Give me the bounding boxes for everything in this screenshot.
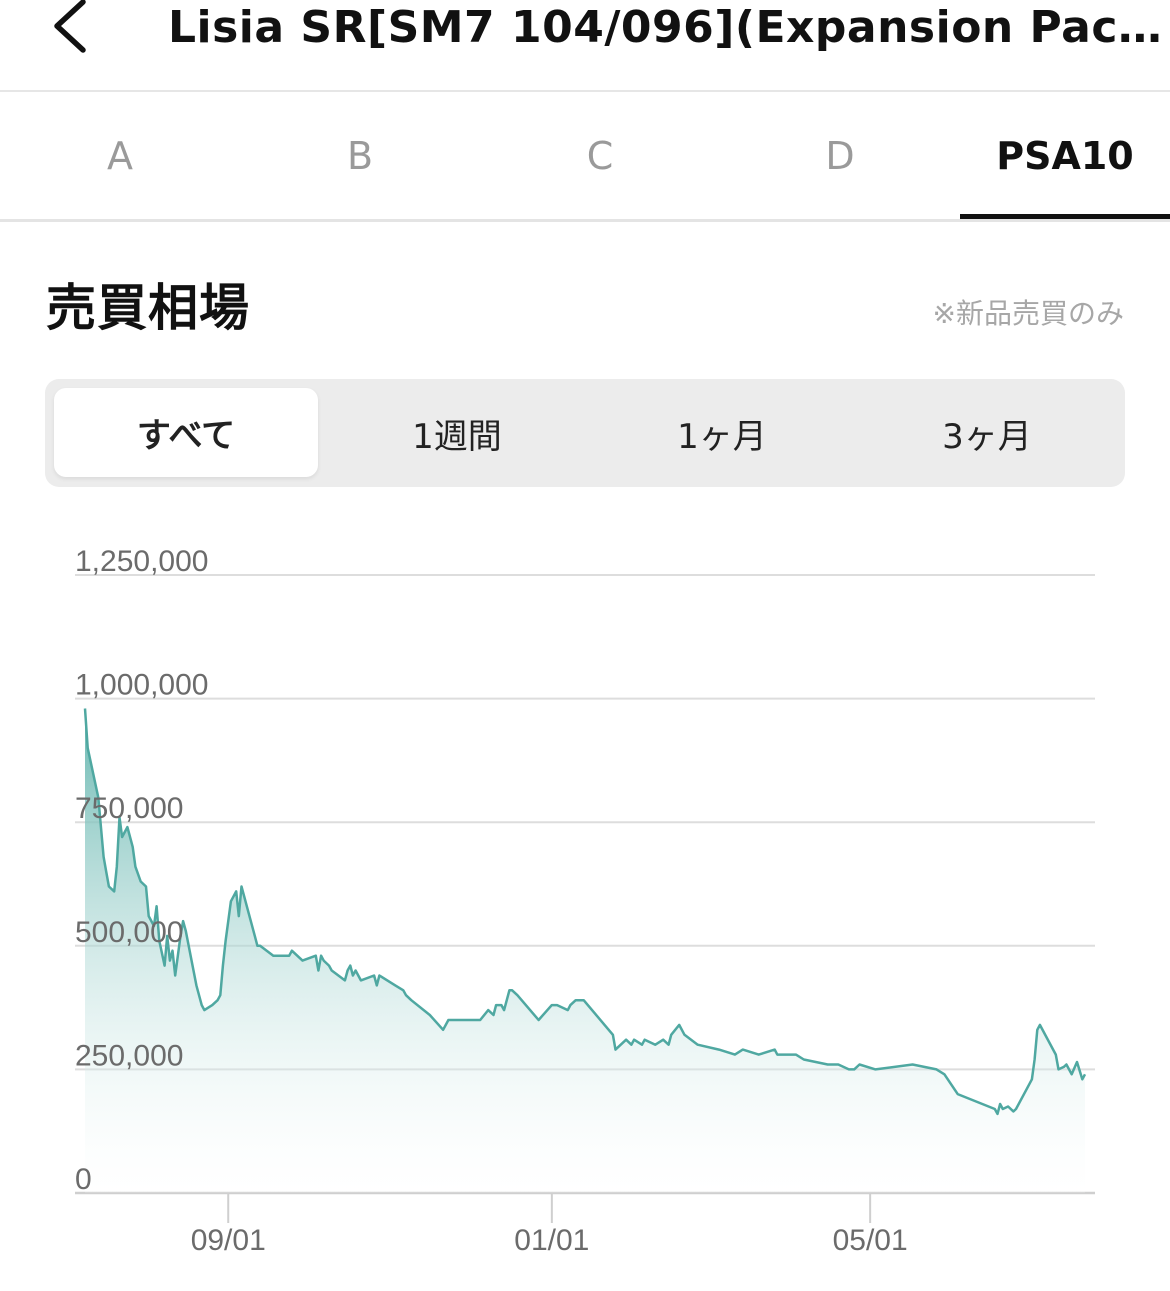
tab-grade-a[interactable]: A — [0, 92, 240, 219]
tab-grade-b[interactable]: B — [240, 92, 480, 219]
page-title: Lisia SR[SM7 104/096](Expansion Pack … — [168, 2, 1163, 53]
price-area — [85, 708, 1085, 1193]
price-chart: 0 250,000 500,000 750,000 1,000,000 1,250,000… — [0, 520, 1170, 1291]
y-tick-label: 1,000,000 — [75, 669, 208, 702]
tab-grade-d[interactable]: D — [720, 92, 960, 219]
y-tick-label: 500,000 — [75, 916, 183, 949]
grade-tabs: A B C D PSA10 — [0, 92, 1170, 222]
period-1week-button[interactable]: 1週間 — [325, 379, 589, 487]
tab-grade-psa10[interactable]: PSA10 — [960, 92, 1170, 219]
period-1month-button[interactable]: 1ヶ月 — [590, 379, 854, 487]
app-header: Lisia SR[SM7 104/096](Expansion Pack … — [0, 0, 1170, 92]
x-tick-label: 01/01 — [514, 1224, 589, 1257]
tab-grade-c[interactable]: C — [480, 92, 720, 219]
back-button[interactable] — [38, 0, 98, 56]
y-tick-label: 250,000 — [75, 1039, 183, 1072]
section-note: ※新品売買のみ — [932, 297, 1124, 330]
chevron-left-icon — [43, 0, 93, 58]
period-selector: すべて 1週間 1ヶ月 3ヶ月 — [45, 379, 1125, 487]
section-title: 売買相場 — [46, 279, 250, 337]
y-tick-label: 0 — [75, 1163, 92, 1196]
y-tick-label: 750,000 — [75, 792, 183, 825]
active-tab-indicator — [960, 214, 1170, 219]
period-3month-button[interactable]: 3ヶ月 — [855, 379, 1119, 487]
y-tick-label: 1,250,000 — [75, 545, 208, 578]
x-tick-label: 05/01 — [833, 1224, 908, 1257]
period-all-button[interactable]: すべて — [54, 388, 318, 477]
price-chart-svg: 0 250,000 500,000 750,000 1,000,000 1,250,000… — [75, 545, 1095, 1257]
x-tick-label: 09/01 — [191, 1224, 266, 1257]
